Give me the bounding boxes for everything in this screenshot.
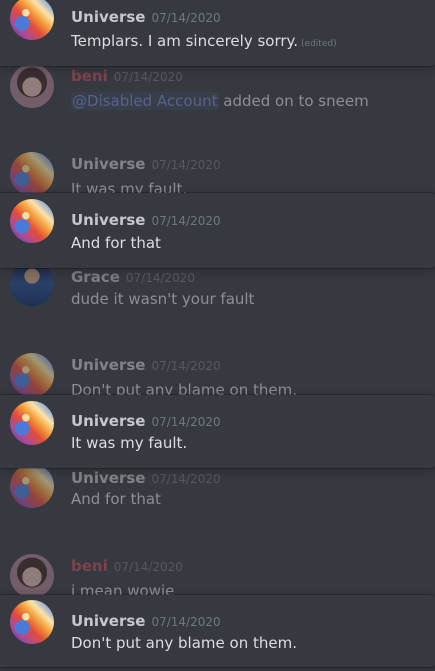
message-card[interactable]: Universe 07/14/2020 Don't put any blame o…	[0, 595, 435, 667]
message-card[interactable]: Universe 07/14/2020 And for that	[0, 193, 435, 268]
author-name[interactable]: Universe	[71, 211, 145, 229]
timestamp: 07/14/2020	[151, 615, 221, 629]
message-card[interactable]: Universe 07/14/2020 It was my fault.	[0, 395, 435, 468]
universe-avatar[interactable]	[10, 401, 54, 445]
timestamp: 07/14/2020	[151, 472, 221, 486]
message-body: added on to sneem	[218, 92, 369, 110]
author-name[interactable]: beni	[71, 67, 108, 85]
author-name[interactable]: Universe	[71, 469, 145, 487]
author-name[interactable]: Universe	[71, 612, 145, 630]
message-text: dude it wasn't your fault	[71, 290, 255, 308]
timestamp: 07/14/2020	[113, 560, 183, 574]
timestamp: 07/14/2020	[113, 70, 183, 84]
universe-avatar[interactable]	[10, 353, 54, 397]
grace-avatar[interactable]	[10, 262, 54, 306]
message-body: Templars. I am sincerely sorry.	[71, 32, 299, 50]
message-text: And for that	[71, 234, 161, 252]
message[interactable]: beni 07/14/2020 i mean wowie	[0, 554, 435, 600]
message-text: @Disabled Account added on to sneem	[71, 92, 369, 110]
universe-avatar[interactable]	[10, 464, 54, 508]
timestamp: 07/14/2020	[151, 11, 221, 25]
universe-avatar[interactable]	[10, 199, 54, 243]
author-name[interactable]: Universe	[71, 412, 145, 430]
timestamp: 07/14/2020	[151, 415, 221, 429]
timestamp: 07/14/2020	[125, 271, 196, 285]
message[interactable]: Universe 07/14/2020 It was my fault.	[0, 152, 435, 198]
author-name[interactable]: Universe	[71, 8, 145, 26]
message-text: And for that	[71, 490, 161, 508]
message-text: Don't put any blame on them.	[71, 634, 297, 652]
author-name[interactable]: Grace	[71, 268, 120, 286]
author-name[interactable]: Universe	[71, 356, 145, 374]
message-text: It was my fault.	[71, 434, 188, 452]
author-name[interactable]: Universe	[71, 155, 145, 173]
message[interactable]: Universe 07/14/2020 And for that	[0, 464, 435, 518]
beni-avatar[interactable]	[10, 64, 54, 108]
timestamp: 07/14/2020	[151, 214, 221, 228]
message[interactable]: Universe 07/14/2020 Don't put any blame o…	[0, 353, 435, 399]
universe-avatar[interactable]	[10, 152, 54, 196]
author-name[interactable]: beni	[71, 557, 108, 575]
universe-avatar[interactable]	[10, 0, 54, 40]
edited-label: (edited)	[301, 39, 337, 49]
message[interactable]: Grace 07/14/2020 dude it wasn't your faul…	[0, 262, 435, 318]
universe-avatar[interactable]	[10, 600, 54, 644]
message-card[interactable]: Universe 07/14/2020 Templars. I am sincer…	[0, 0, 435, 66]
timestamp: 07/14/2020	[151, 359, 221, 373]
message[interactable]: beni 07/14/2020 @Disabled Account added o…	[0, 64, 435, 126]
beni-avatar[interactable]	[10, 554, 54, 598]
message-text: Templars. I am sincerely sorry. (edited)	[71, 32, 337, 50]
timestamp: 07/14/2020	[151, 158, 221, 172]
user-mention[interactable]: @Disabled Account	[71, 92, 219, 110]
